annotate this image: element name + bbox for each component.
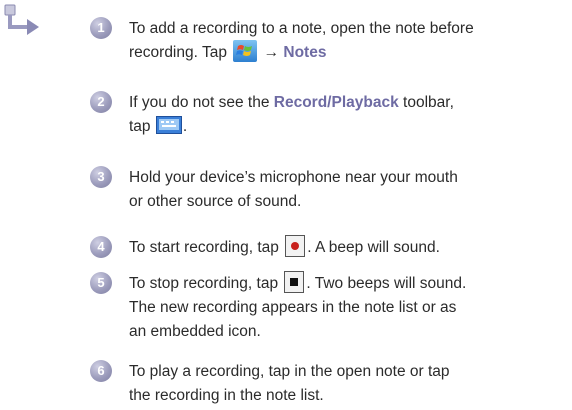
step-4-text: To start recording, tap . A beep will so… — [129, 234, 569, 260]
step-2-line-1-post: toolbar, — [403, 94, 454, 111]
step-1-line-2: recording. Tap → Notes — [129, 39, 569, 65]
step-number-6: 6 — [90, 360, 112, 382]
step-4-line-1-post: . A beep will sound. — [307, 239, 440, 256]
step-number-1: 1 — [90, 17, 112, 39]
step-5-line-1: To stop recording, tap . Two beeps will … — [129, 270, 569, 296]
record-playback-link: Record/Playback — [273, 94, 399, 111]
step-2-line-2-pre: tap — [129, 118, 151, 135]
step-1-text: To add a recording to a note, open the n… — [129, 17, 569, 65]
notes-link[interactable]: Notes — [283, 44, 326, 61]
step-5-line-1-post: . Two beeps will sound. — [306, 275, 467, 292]
step-2-text: If you do not see the Record/Playback to… — [129, 91, 569, 139]
step-5-line-1-pre: To stop recording, tap — [129, 275, 279, 292]
step-number-4: 4 — [90, 236, 112, 258]
step-number-3: 3 — [90, 166, 112, 188]
step-6-line-1: To play a recording, tap in the open not… — [129, 363, 450, 380]
step-5-line-3: an embedded icon. — [129, 323, 261, 340]
keyboard-toolbar-icon[interactable] — [155, 115, 182, 134]
step-3-line-1: Hold your device’s microphone near your … — [129, 169, 458, 186]
step-3-text: Hold your device’s microphone near your … — [129, 166, 569, 214]
step-1-line-2-text: recording. Tap — [129, 44, 227, 61]
stop-button-icon[interactable] — [284, 270, 305, 293]
step-1-line-1: To add a recording to a note, open the n… — [129, 20, 474, 37]
record-button-icon[interactable] — [285, 234, 306, 257]
step-number-5: 5 — [90, 272, 112, 294]
step-3-line-2: or other source of sound. — [129, 193, 302, 210]
procedure-arrow-icon — [4, 4, 39, 35]
step-2-line-2-post: . — [182, 118, 188, 135]
step-5-line-2: The new recording appears in the note li… — [129, 299, 457, 316]
step-5-text: To stop recording, tap . Two beeps will … — [129, 270, 569, 344]
step-number-2: 2 — [90, 91, 112, 113]
step-6-text: To play a recording, tap in the open not… — [129, 360, 569, 408]
step-6-line-2: the recording in the note list. — [129, 387, 324, 404]
step-4-line-1: To start recording, tap . A beep will so… — [129, 234, 569, 260]
step-2-line-1: If you do not see the Record/Playback to… — [129, 91, 569, 115]
windows-start-icon[interactable] — [233, 39, 258, 62]
step-2-line-1-pre: If you do not see the — [129, 94, 270, 111]
step-2-line-2: tap . — [129, 115, 569, 139]
step-4-line-1-pre: To start recording, tap — [129, 239, 279, 256]
arrow-glyph: → — [263, 44, 280, 61]
